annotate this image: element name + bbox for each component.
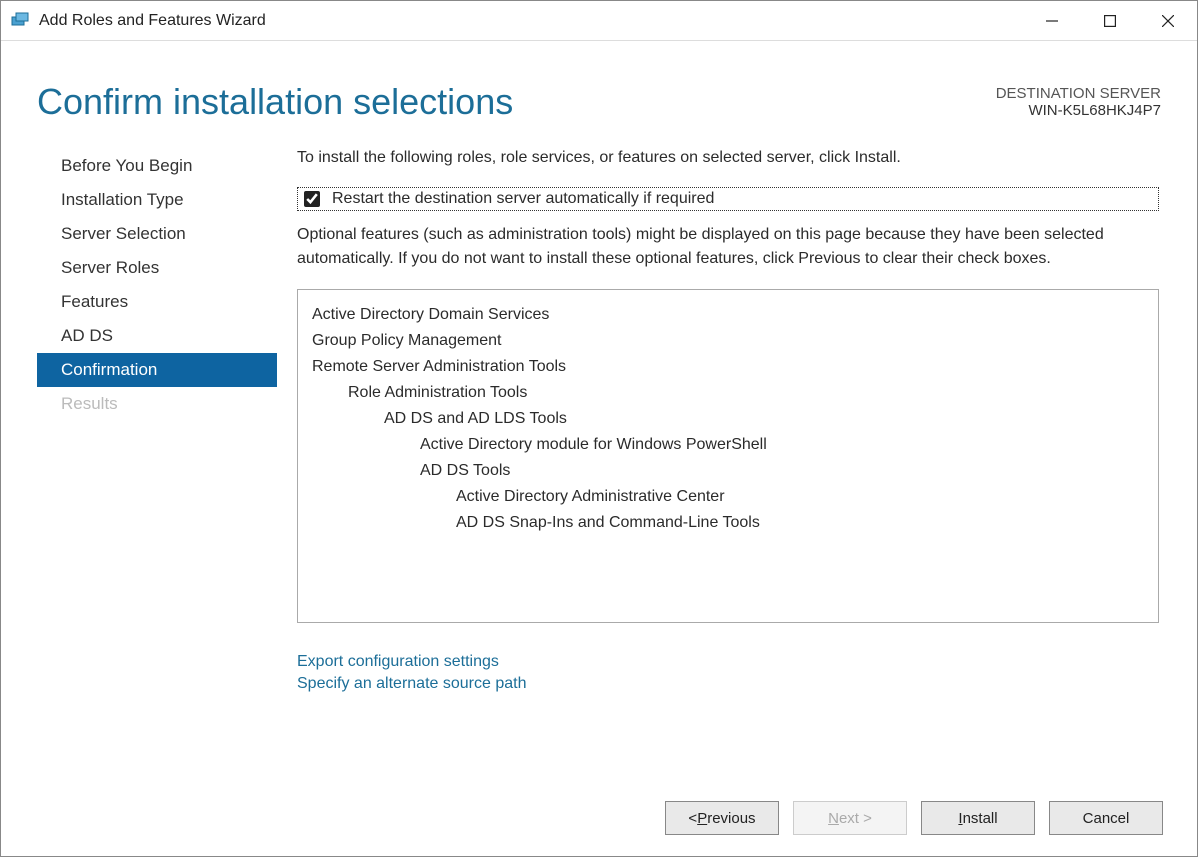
wizard-window: Add Roles and Features Wizard Confirm in…	[0, 0, 1198, 857]
install-button[interactable]: Install	[921, 801, 1035, 835]
step-installation-type[interactable]: Installation Type	[37, 183, 277, 217]
step-server-roles[interactable]: Server Roles	[37, 251, 277, 285]
instruction-text: To install the following roles, role ser…	[297, 149, 1159, 167]
step-ad-ds[interactable]: AD DS	[37, 319, 277, 353]
step-results: Results	[37, 387, 277, 421]
server-manager-icon	[11, 12, 29, 30]
previous-button[interactable]: < Previous	[665, 801, 779, 835]
main-panel: To install the following roles, role ser…	[277, 143, 1161, 794]
destination-server-block: DESTINATION SERVER WIN-K5L68HKJ4P7	[996, 81, 1161, 119]
list-item: Remote Server Administration Tools	[306, 354, 1150, 380]
wizard-footer: < Previous Next > Install Cancel	[1, 794, 1197, 856]
window-title: Add Roles and Features Wizard	[39, 12, 1023, 30]
list-item: Active Directory module for Windows Powe…	[306, 432, 1150, 458]
titlebar: Add Roles and Features Wizard	[1, 1, 1197, 41]
step-before-you-begin[interactable]: Before You Begin	[37, 149, 277, 183]
selections-listbox[interactable]: Active Directory Domain Services Group P…	[297, 289, 1159, 623]
next-button: Next >	[793, 801, 907, 835]
list-item: Active Directory Domain Services	[306, 302, 1150, 328]
list-item: AD DS Tools	[306, 458, 1150, 484]
action-links: Export configuration settings Specify an…	[297, 651, 1159, 695]
close-button[interactable]	[1139, 1, 1197, 41]
page-title: Confirm installation selections	[37, 81, 996, 123]
step-confirmation[interactable]: Confirmation	[37, 353, 277, 387]
restart-checkbox[interactable]	[304, 191, 320, 207]
step-server-selection[interactable]: Server Selection	[37, 217, 277, 251]
minimize-button[interactable]	[1023, 1, 1081, 41]
list-item: AD DS and AD LDS Tools	[306, 406, 1150, 432]
list-item: Active Directory Administrative Center	[306, 484, 1150, 510]
restart-checkbox-row[interactable]: Restart the destination server automatic…	[297, 187, 1159, 211]
page-header: Confirm installation selections DESTINAT…	[1, 41, 1197, 133]
list-item: Group Policy Management	[306, 328, 1150, 354]
optional-features-note: Optional features (such as administratio…	[297, 223, 1159, 271]
wizard-steps-sidebar: Before You Begin Installation Type Serve…	[37, 143, 277, 794]
step-features[interactable]: Features	[37, 285, 277, 319]
export-config-link[interactable]: Export configuration settings	[297, 651, 1159, 673]
destination-server-name: WIN-K5L68HKJ4P7	[996, 102, 1161, 119]
restart-label[interactable]: Restart the destination server automatic…	[332, 190, 714, 208]
wizard-body: Before You Begin Installation Type Serve…	[1, 133, 1197, 794]
list-item: Role Administration Tools	[306, 380, 1150, 406]
cancel-button[interactable]: Cancel	[1049, 801, 1163, 835]
destination-server-label: DESTINATION SERVER	[996, 85, 1161, 102]
alternate-source-link[interactable]: Specify an alternate source path	[297, 673, 1159, 695]
list-item: AD DS Snap-Ins and Command-Line Tools	[306, 510, 1150, 536]
maximize-button[interactable]	[1081, 1, 1139, 41]
